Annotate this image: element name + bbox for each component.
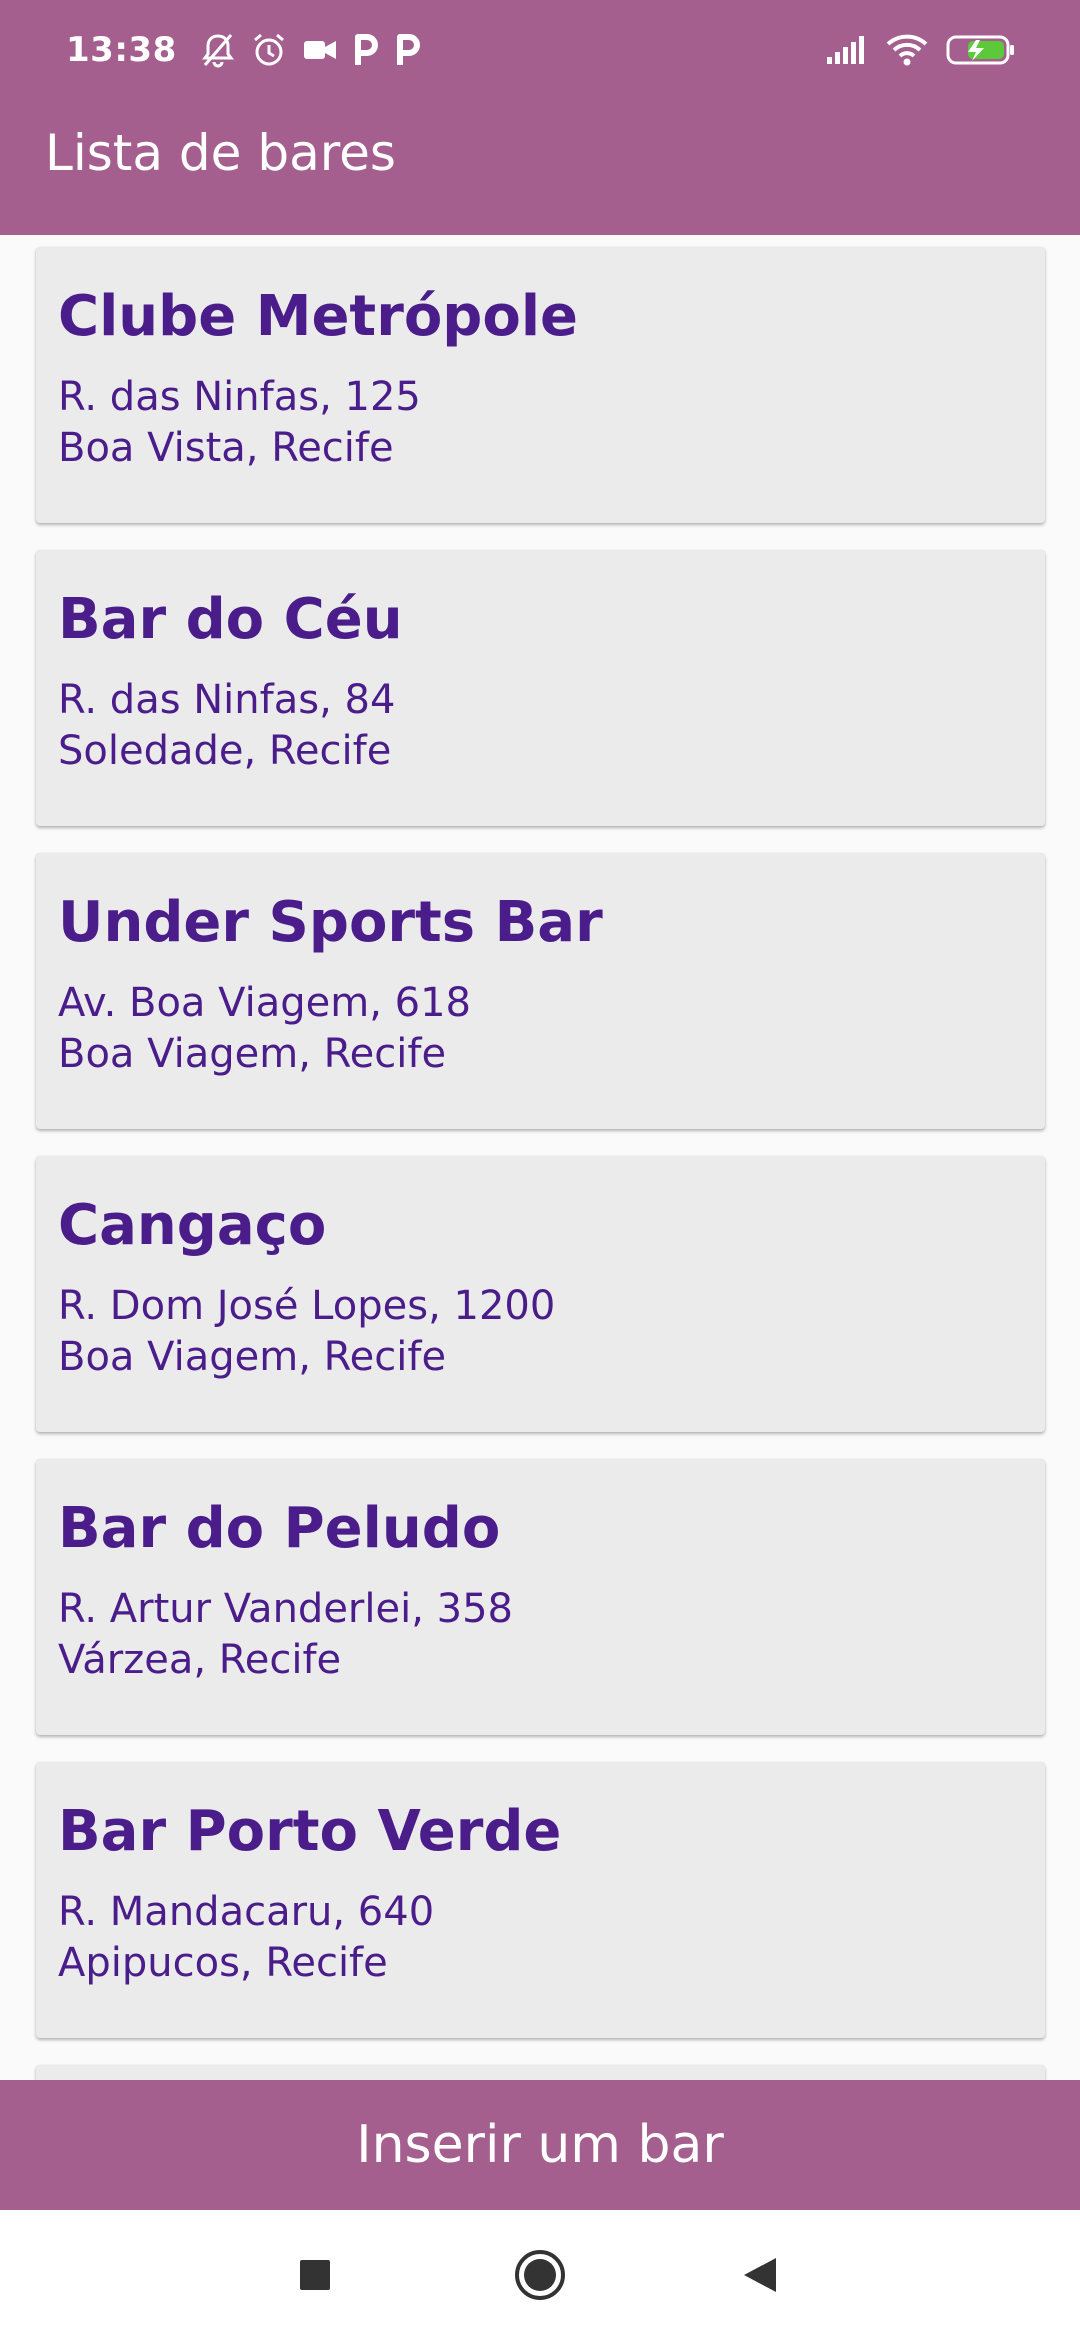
bar-card[interactable]: Cangaço R. Dom José Lopes, 1200 Boa Viag… bbox=[36, 1156, 1045, 1432]
bar-neighborhood: Boa Vista, Recife bbox=[58, 425, 394, 471]
bar-name: Bar do Céu bbox=[58, 587, 403, 652]
video-icon bbox=[303, 37, 337, 63]
bar-neighborhood: Boa Viagem, Recife bbox=[58, 1031, 447, 1077]
bar-card[interactable]: Clube Metrópole R. das Ninfas, 125 Boa V… bbox=[36, 247, 1045, 523]
bar-card[interactable]: Bar Porto Verde R. Mandacaru, 640 Apipuc… bbox=[36, 1762, 1045, 2038]
signal-icon bbox=[826, 35, 868, 65]
bell-off-icon bbox=[201, 32, 235, 68]
wifi-icon bbox=[886, 34, 928, 66]
bar-neighborhood: Soledade, Recife bbox=[58, 728, 392, 774]
page-title: Lista de bares bbox=[45, 124, 396, 182]
bar-name: Bar Porto Verde bbox=[58, 1799, 562, 1864]
bar-street: R. Mandacaru, 640 bbox=[58, 1889, 435, 1935]
bar-card[interactable]: Bar do Peludo R. Artur Vanderlei, 358 Vá… bbox=[36, 1459, 1045, 1735]
home-circle-icon[interactable] bbox=[495, 2230, 585, 2320]
app-bar: 13:38 Lista de bares bbox=[0, 0, 1080, 235]
bar-neighborhood: Várzea, Recife bbox=[58, 1637, 342, 1683]
bar-list[interactable]: Clube Metrópole R. das Ninfas, 125 Boa V… bbox=[0, 235, 1080, 2080]
bar-street: Av. Boa Viagem, 618 bbox=[58, 980, 472, 1026]
bar-card[interactable]: Under Sports Bar Av. Boa Viagem, 618 Boa… bbox=[36, 853, 1045, 1129]
system-nav-bar bbox=[0, 2210, 1080, 2340]
bar-street: R. Dom José Lopes, 1200 bbox=[58, 1283, 556, 1329]
bar-neighborhood: Boa Viagem, Recife bbox=[58, 1334, 447, 1380]
insert-bar-button[interactable]: Inserir um bar bbox=[0, 2080, 1080, 2210]
bar-name: Bar do Peludo bbox=[58, 1496, 501, 1561]
status-time: 13:38 bbox=[66, 30, 177, 70]
bar-card-partial[interactable] bbox=[36, 2065, 1045, 2080]
p-icon bbox=[353, 33, 379, 67]
bar-name: Cangaço bbox=[58, 1193, 327, 1258]
battery-charging-icon bbox=[946, 34, 1016, 66]
back-triangle-icon[interactable] bbox=[715, 2230, 805, 2320]
recents-square-icon[interactable] bbox=[270, 2230, 360, 2320]
bar-street: R. Artur Vanderlei, 358 bbox=[58, 1586, 513, 1632]
p-icon bbox=[395, 33, 421, 67]
alarm-icon bbox=[251, 32, 287, 68]
bar-street: R. das Ninfas, 84 bbox=[58, 677, 396, 723]
bar-card[interactable]: Bar do Céu R. das Ninfas, 84 Soledade, R… bbox=[36, 550, 1045, 826]
bar-name: Clube Metrópole bbox=[58, 284, 579, 349]
status-bar: 13:38 bbox=[0, 0, 1080, 100]
bar-name: Under Sports Bar bbox=[58, 890, 603, 955]
bar-neighborhood: Apipucos, Recife bbox=[58, 1940, 388, 1986]
bar-street: R. das Ninfas, 125 bbox=[58, 374, 421, 420]
